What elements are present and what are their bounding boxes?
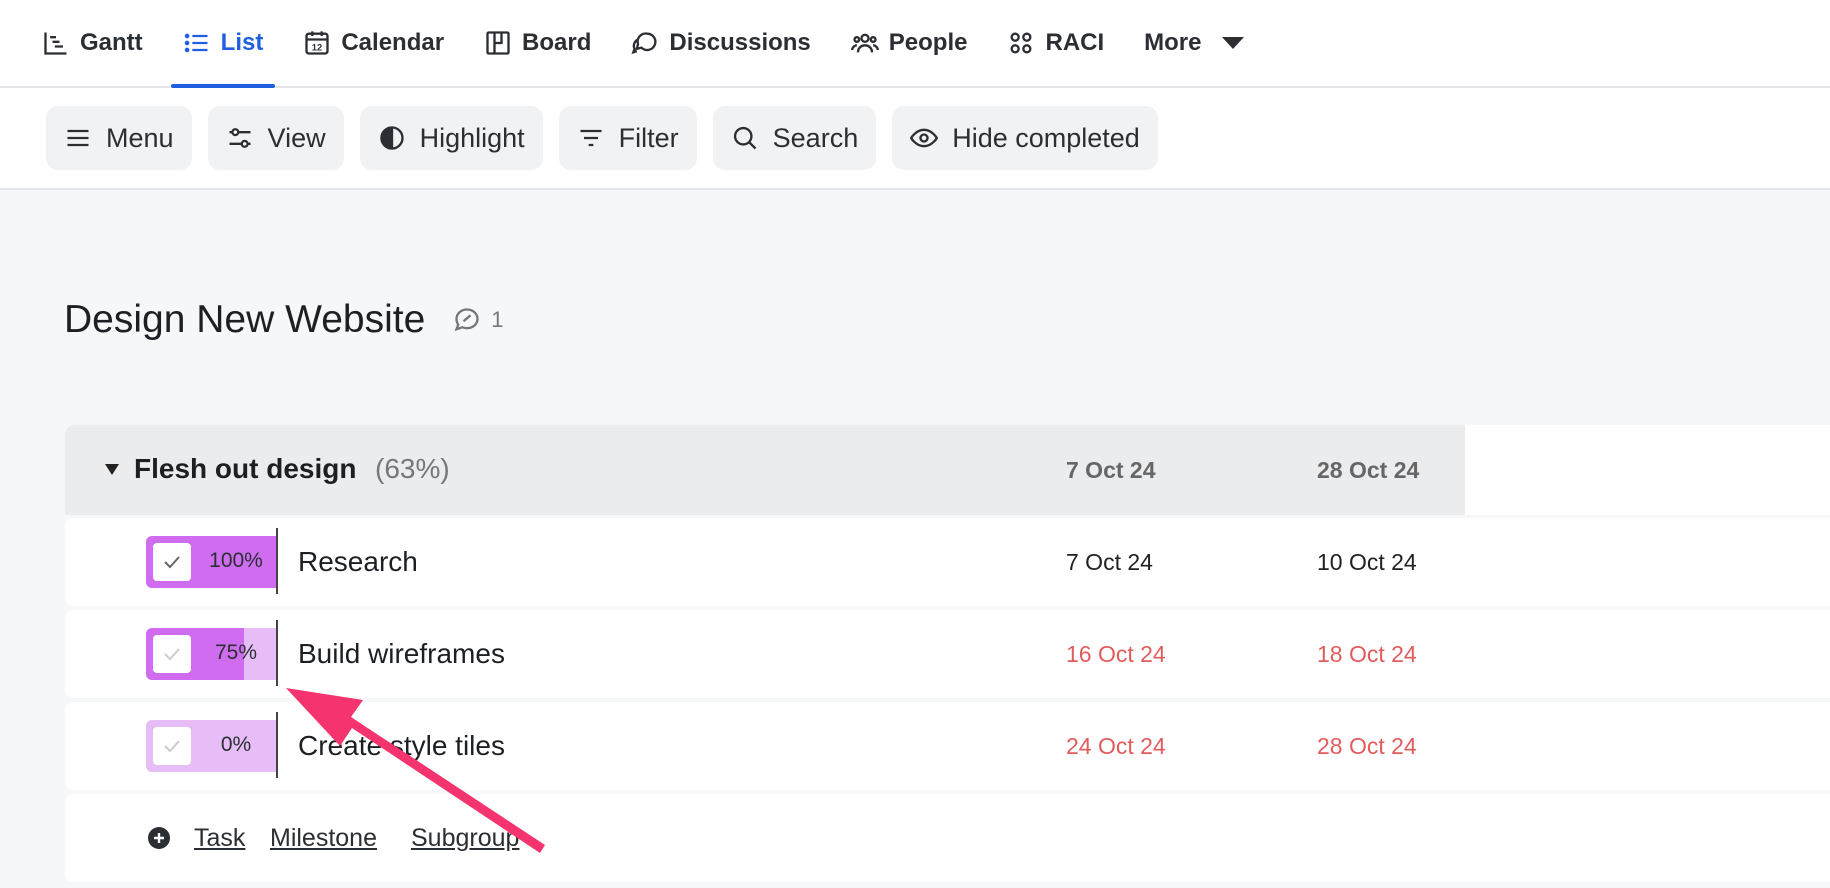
checkmark-icon xyxy=(164,648,180,661)
add-item-row: Task Milestone Subgroup xyxy=(65,794,1830,882)
group-row-spacer xyxy=(1465,425,1830,515)
progress-divider xyxy=(276,528,278,594)
hide-completed-button-label: Hide completed xyxy=(952,122,1140,153)
tab-gantt[interactable]: Gantt xyxy=(40,0,163,86)
search-icon xyxy=(733,126,756,150)
task-start-date[interactable]: 7 Oct 24 xyxy=(1066,549,1153,576)
highlight-button-label: Highlight xyxy=(419,122,525,153)
comment-count-value: 1 xyxy=(491,307,504,332)
tab-label: Discussions xyxy=(669,29,811,56)
toolbar: Menu View Highlight Filter Search Hide c… xyxy=(0,88,1830,190)
view-button[interactable]: View xyxy=(207,106,344,170)
progress-indicator[interactable]: 100% xyxy=(146,536,276,588)
group-start-date: 7 Oct 24 xyxy=(1066,457,1156,483)
list-icon xyxy=(184,33,208,53)
search-button[interactable]: Search xyxy=(712,106,877,170)
task-end-date[interactable]: 28 Oct 24 xyxy=(1317,733,1417,760)
calendar-icon: 12 xyxy=(305,31,330,55)
menu-button[interactable]: Menu xyxy=(46,106,192,170)
calendar-icon-day: 12 xyxy=(312,43,322,53)
tab-list[interactable]: List xyxy=(163,0,284,88)
eye-icon xyxy=(910,128,939,148)
tab-label: RACI xyxy=(1045,29,1105,56)
tab-label: Calendar xyxy=(341,29,445,56)
discussions-icon xyxy=(631,32,657,55)
complete-checkbox[interactable] xyxy=(153,727,191,765)
people-icon xyxy=(850,33,879,53)
add-subgroup-link[interactable]: Subgroup xyxy=(411,824,519,853)
progress-percent: 100% xyxy=(209,549,263,572)
comment-icon xyxy=(454,308,479,332)
progress-indicator[interactable]: 75% xyxy=(146,628,276,680)
project-header: Design New Website 1 xyxy=(64,298,504,342)
sliders-icon xyxy=(229,128,251,148)
filter-button-label: Filter xyxy=(618,122,679,153)
raci-icon xyxy=(1010,32,1032,54)
checkmark-icon xyxy=(164,556,180,569)
add-circle-icon[interactable] xyxy=(147,826,171,850)
task-end-date[interactable]: 18 Oct 24 xyxy=(1317,641,1417,668)
chevron-down-icon xyxy=(1221,37,1244,49)
filter-button[interactable]: Filter xyxy=(558,106,697,170)
board-icon xyxy=(486,31,510,55)
task-name[interactable]: Build wireframes xyxy=(298,638,505,670)
group-end-date: 28 Oct 24 xyxy=(1317,457,1420,483)
tab-more[interactable]: More xyxy=(1124,0,1263,86)
page-title: Design New Website xyxy=(64,298,426,341)
group-percent: (63%) xyxy=(375,453,450,484)
menu-button-label: Menu xyxy=(106,122,174,153)
tab-label: More xyxy=(1144,29,1202,56)
hide-completed-button[interactable]: Hide completed xyxy=(892,106,1158,170)
checkmark-icon xyxy=(164,740,180,753)
tab-label: List xyxy=(220,29,264,56)
progress-divider xyxy=(276,712,278,778)
group-name: Flesh out design xyxy=(134,453,357,484)
contrast-icon xyxy=(379,126,404,150)
task-end-date[interactable]: 10 Oct 24 xyxy=(1317,549,1417,576)
view-tabs: Gantt List 12 Calendar Board Discussions… xyxy=(0,0,1830,88)
progress-indicator[interactable]: 0% xyxy=(146,720,276,772)
progress-percent: 75% xyxy=(214,641,258,664)
task-name[interactable]: Create style tiles xyxy=(298,730,505,762)
add-milestone-link[interactable]: Milestone xyxy=(270,824,377,853)
group-row[interactable]: Flesh out design (63%) 7 Oct 24 28 Oct 2… xyxy=(65,425,1465,515)
view-button-label: View xyxy=(267,122,326,153)
search-button-label: Search xyxy=(772,122,859,153)
comment-count[interactable]: 1 xyxy=(453,306,504,334)
tab-calendar[interactable]: 12 Calendar xyxy=(283,0,464,86)
progress-percent: 0% xyxy=(220,733,252,756)
tab-label: Board xyxy=(522,29,592,56)
task-name[interactable]: Research xyxy=(298,546,418,578)
task-row[interactable]: 100% Research 7 Oct 24 10 Oct 24 xyxy=(65,518,1830,606)
gantt-icon xyxy=(44,32,67,55)
tab-people[interactable]: People xyxy=(831,0,988,86)
add-task-link[interactable]: Task xyxy=(194,824,245,853)
complete-checkbox[interactable] xyxy=(153,543,191,581)
tab-board[interactable]: Board xyxy=(464,0,611,86)
tab-raci[interactable]: RACI xyxy=(987,0,1124,86)
task-row[interactable]: 75% Build wireframes 16 Oct 24 18 Oct 24 xyxy=(65,610,1830,698)
tab-label: People xyxy=(888,29,968,56)
tab-label: Gantt xyxy=(80,29,143,56)
tab-discussions[interactable]: Discussions xyxy=(611,0,830,86)
task-start-date[interactable]: 24 Oct 24 xyxy=(1066,733,1166,760)
task-start-date[interactable]: 16 Oct 24 xyxy=(1066,641,1166,668)
task-row[interactable]: 0% Create style tiles 24 Oct 24 28 Oct 2… xyxy=(65,702,1830,790)
filter-icon xyxy=(580,129,602,147)
progress-divider xyxy=(276,620,278,686)
collapse-triangle-icon[interactable] xyxy=(105,464,119,475)
highlight-button[interactable]: Highlight xyxy=(359,106,543,170)
complete-checkbox[interactable] xyxy=(153,635,191,673)
hamburger-icon xyxy=(67,129,89,147)
